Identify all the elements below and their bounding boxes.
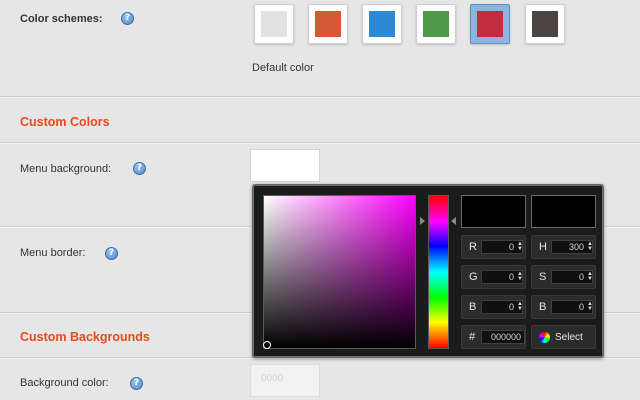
background-color-placeholder: 0000 [261,373,284,384]
saturation-value-area[interactable] [263,195,416,349]
hue-arrow-left-icon[interactable] [420,217,425,225]
hue-arrow-right-icon[interactable] [451,217,456,225]
swatch-color [477,11,503,37]
g-label: G [469,271,478,283]
scheme-swatch-crimson[interactable] [470,4,510,44]
hex-field: # 000000 [461,325,526,349]
new-color-preview [461,195,526,228]
color-wheel-icon [539,332,550,343]
scheme-swatch-orange[interactable] [308,4,348,44]
g-field: G 0 ▲ ▼ [461,265,526,289]
select-button[interactable]: Select [531,325,596,349]
r-spinner-icon[interactable]: ▲ ▼ [517,241,523,252]
r-field: R 0 ▲ ▼ [461,235,526,259]
brightness-field: B 0 ▲ ▼ [531,295,596,319]
h-label: H [539,241,547,253]
menu-background-label: Menu background: [20,163,112,175]
s-field: S 0 ▲ ▼ [531,265,596,289]
background-color-input[interactable]: 0000 [250,364,320,397]
swatch-color [532,11,558,37]
color-schemes-help-icon[interactable]: ? [121,12,134,25]
brightness-spinner-icon[interactable]: ▲ ▼ [587,301,593,312]
default-color-caption: Default color [252,62,314,74]
b-field: B 0 ▲ ▼ [461,295,526,319]
swatch-color [261,11,287,37]
menu-border-help-icon[interactable]: ? [105,247,118,260]
b-spinner-icon[interactable]: ▲ ▼ [517,301,523,312]
select-button-label: Select [555,332,583,343]
scheme-swatch-blue[interactable] [362,4,402,44]
custom-colors-title: Custom Colors [20,115,110,129]
swatch-color [423,11,449,37]
hue-slider[interactable] [428,195,449,349]
scheme-swatch-light-gray[interactable] [254,4,294,44]
swatch-color [369,11,395,37]
swatch-color [315,11,341,37]
divider [0,96,640,98]
s-spinner-icon[interactable]: ▲ ▼ [587,271,593,282]
color-schemes-label: Color schemes: [20,13,103,25]
sv-selector-handle[interactable] [263,341,271,349]
menu-background-input[interactable] [250,149,320,182]
s-label: S [539,271,547,283]
b-label: B [469,301,477,313]
background-color-label: Background color: [20,377,109,389]
scheme-swatch-dark-brown[interactable] [525,4,565,44]
hex-input[interactable]: 000000 [481,330,525,344]
g-spinner-icon[interactable]: ▲ ▼ [517,271,523,282]
divider [0,142,640,144]
h-field: H 300 ▲ ▼ [531,235,596,259]
menu-background-help-icon[interactable]: ? [133,162,146,175]
color-picker-popup: R 0 ▲ ▼ H 300 ▲ ▼ G 0 ▲ ▼ S 0 ▲ ▼ B 0 ▲ ▼ B 0… [252,184,604,358]
current-color-preview [531,195,596,228]
scheme-swatch-green[interactable] [416,4,456,44]
r-label: R [469,241,477,253]
hex-label: # [469,331,476,343]
brightness-label: B [539,301,547,313]
menu-border-label: Menu border: [20,247,86,259]
h-spinner-icon[interactable]: ▲ ▼ [587,241,593,252]
custom-backgrounds-title: Custom Backgrounds [20,330,150,344]
background-color-help-icon[interactable]: ? [130,377,143,390]
